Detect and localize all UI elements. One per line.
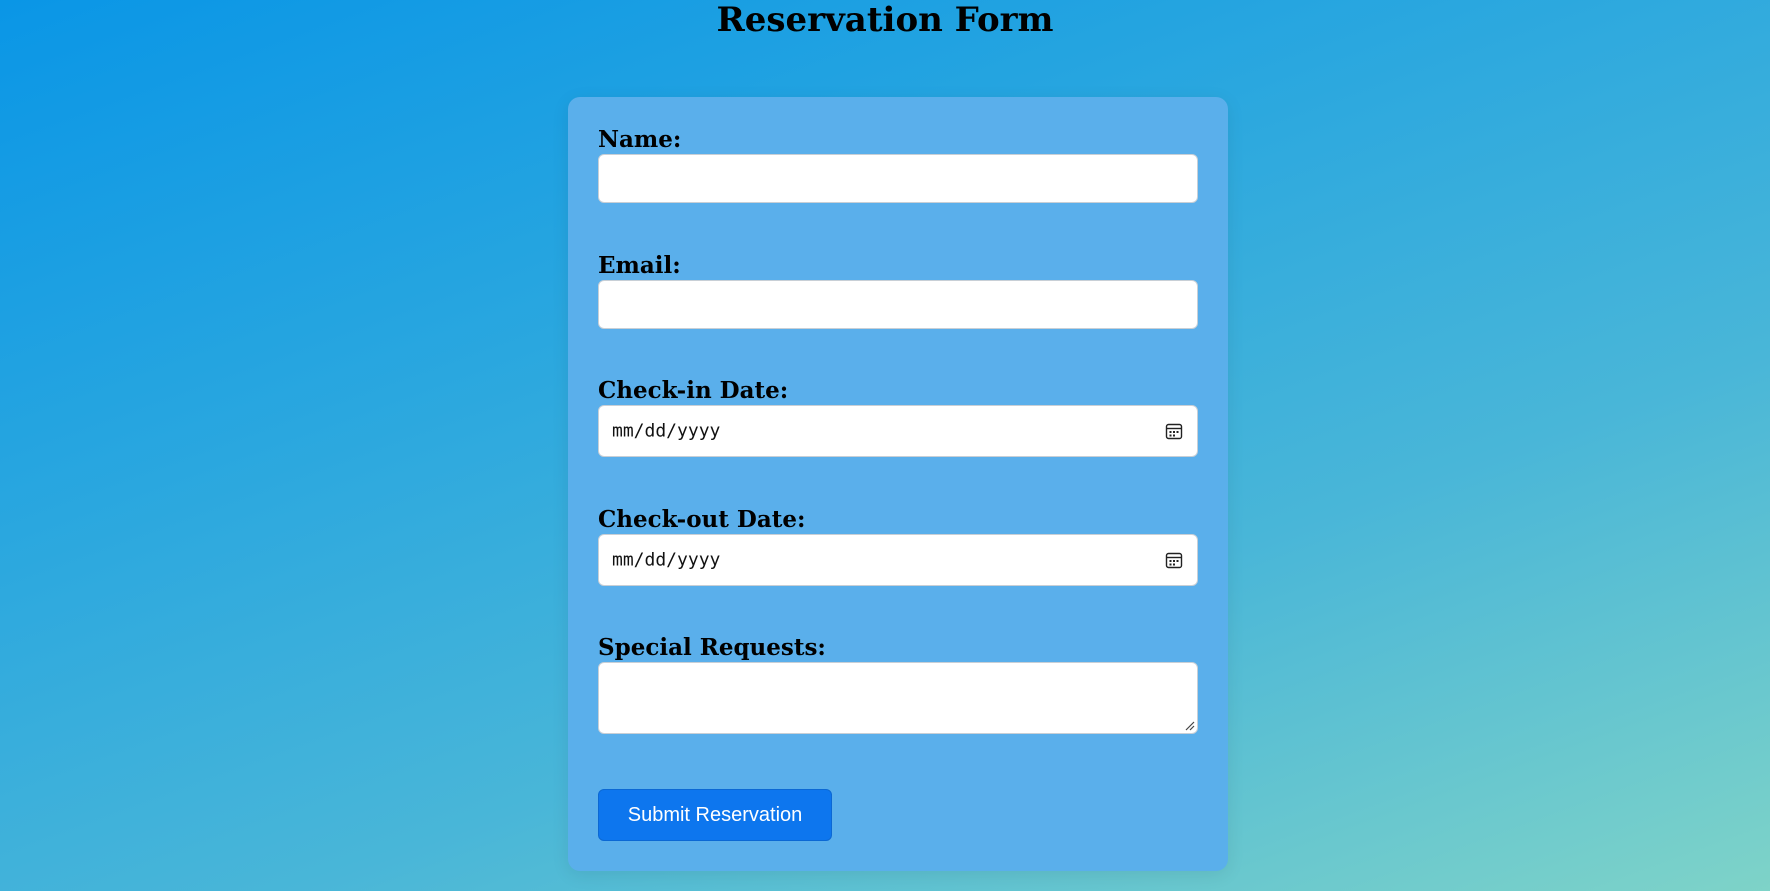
email-input[interactable] [598,280,1198,329]
special-requests-textarea[interactable] [598,662,1198,734]
resize-handle-icon[interactable] [1184,720,1195,731]
checkout-date-placeholder: mm/dd/yyyy [612,549,721,571]
name-input[interactable] [598,154,1198,203]
special-requests-label: Special Requests: [598,634,826,661]
name-label: Name: [598,126,682,153]
calendar-icon[interactable] [1165,422,1183,440]
checkin-date-input[interactable]: mm/dd/yyyy [598,405,1198,457]
checkin-date-placeholder: mm/dd/yyyy [612,420,721,442]
submit-reservation-button[interactable]: Submit Reservation [598,789,832,841]
reservation-form: Name: Email: Check-in Date: mm/dd/yyyy C… [568,97,1228,871]
page-title: Reservation Form [716,0,1054,40]
calendar-icon[interactable] [1165,551,1183,569]
email-label: Email: [598,252,681,279]
checkout-date-label: Check-out Date: [598,506,806,533]
checkin-date-label: Check-in Date: [598,377,789,404]
checkout-date-input[interactable]: mm/dd/yyyy [598,534,1198,586]
